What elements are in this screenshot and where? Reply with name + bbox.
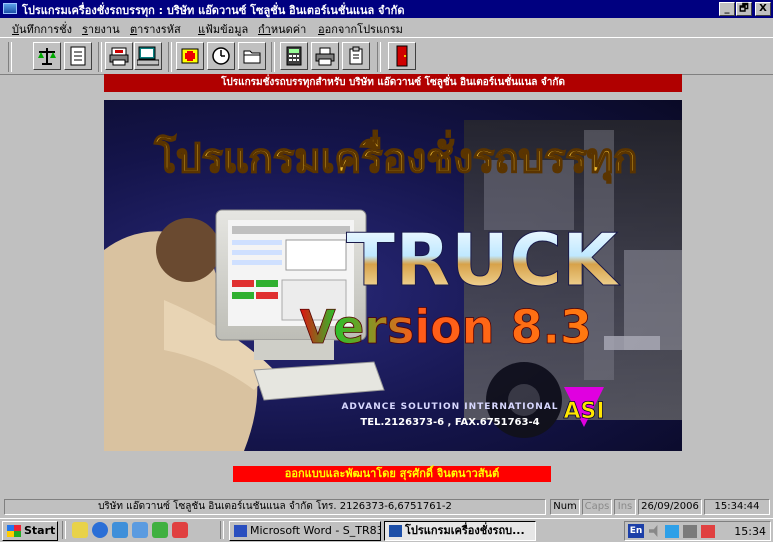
- menu-report[interactable]: รายงาน: [82, 20, 120, 38]
- program-icon: [389, 525, 402, 537]
- toolbar-separator: [98, 42, 102, 72]
- splash-version: Version 8.3: [300, 300, 592, 354]
- notes-icon: [349, 46, 363, 65]
- word-icon: [234, 525, 247, 537]
- tray-app-icon-2[interactable]: [683, 525, 697, 538]
- menu-code-table[interactable]: ตารางรหัส: [130, 20, 181, 38]
- clock-icon: [212, 47, 230, 65]
- menu-weighing[interactable]: บันทึกการชั่ง: [12, 20, 72, 38]
- toolbar: [0, 37, 773, 75]
- menu-data-file[interactable]: แฟ้มข้อมูล: [198, 20, 248, 38]
- calculator-button[interactable]: [280, 42, 308, 70]
- start-label: Start: [24, 524, 56, 537]
- task-truck-program[interactable]: โปรแกรมเครื่องชั่งรถบ...: [384, 521, 536, 541]
- tray-app-icon-1[interactable]: [665, 525, 679, 538]
- menu-bar: บันทึกการชั่ง รายงาน ตารางรหัส แฟ้มข้อมู…: [0, 19, 773, 36]
- splash-image: โปรแกรมเครื่องชั่งรถบรรทุก TRUCK Version…: [104, 100, 682, 451]
- computer-button[interactable]: [134, 42, 162, 70]
- splash-artwork: โปรแกรมเครื่องชั่งรถบรรทุก TRUCK Version…: [104, 120, 682, 451]
- app-window: โปรแกรมเครื่องชั่งรถบรรทุก : บริษัท แอ๊ด…: [0, 0, 773, 518]
- splash-contact: TEL.2126373-6 , FAX.6751763-4: [360, 417, 539, 428]
- developer-credit: ออกแบบและพัฒนาโดย สุรศักดิ์ จินตนาวสันต์: [233, 466, 551, 482]
- system-tray: En 15:34: [624, 521, 771, 541]
- toolbar-separator: [168, 42, 172, 72]
- windows-logo-icon: [7, 525, 21, 537]
- window-title: โปรแกรมเครื่องชั่งรถบรรทุก : บริษัท แอ๊ด…: [22, 4, 405, 17]
- computer-icon: [137, 46, 159, 66]
- add-record-icon: [181, 48, 199, 64]
- asi-logo: ASI: [563, 387, 605, 427]
- scale-button[interactable]: [33, 42, 61, 70]
- windows-taskbar: Start Microsoft Word - S_TR83 โปรแกรมเคร…: [0, 518, 773, 542]
- quicklaunch-tool-icon[interactable]: [152, 522, 168, 538]
- taskbar-clock[interactable]: 15:34: [734, 525, 766, 538]
- menu-exit[interactable]: ออกจากโปรแกรม: [318, 20, 403, 38]
- taskbar-separator: [220, 521, 224, 539]
- status-company-info: บริษัท แอ๊ดวานซ์ โซลูชั่น อินเตอร์เนชั่น…: [4, 499, 546, 515]
- volume-icon[interactable]: [649, 525, 658, 537]
- status-caps: Caps: [582, 499, 612, 515]
- add-record-button[interactable]: [176, 42, 204, 70]
- folder-button[interactable]: [238, 42, 266, 70]
- quicklaunch-app-icon[interactable]: [172, 522, 188, 538]
- svg-text:ASI: ASI: [563, 399, 604, 424]
- notes-button[interactable]: [342, 42, 370, 70]
- scale-icon: [38, 48, 56, 65]
- internet-explorer-icon[interactable]: [92, 522, 108, 538]
- start-button[interactable]: Start: [2, 521, 58, 541]
- language-indicator[interactable]: En: [628, 524, 644, 538]
- task-word-label: Microsoft Word - S_TR83: [250, 524, 381, 537]
- task-word[interactable]: Microsoft Word - S_TR83: [229, 521, 381, 541]
- folder-icon: [243, 50, 261, 64]
- close-button[interactable]: X: [755, 2, 771, 16]
- print-preview-icon: [109, 47, 129, 66]
- status-num: Num: [550, 499, 580, 515]
- splash-company: ADVANCE SOLUTION INTERNATIONAL: [341, 402, 558, 412]
- toolbar-separator: [271, 42, 275, 72]
- status-bar: บริษัท แอ๊ดวานซ์ โซลูชั่น อินเตอร์เนชั่น…: [0, 497, 773, 517]
- app-icon: [3, 3, 17, 14]
- print-preview-button[interactable]: [105, 42, 133, 70]
- exit-button[interactable]: [388, 42, 416, 70]
- tray-app-icon-3[interactable]: [701, 525, 715, 538]
- document-icon: [70, 46, 86, 66]
- splash-thai-title: โปรแกรมเครื่องชั่งรถบรรทุก: [153, 130, 637, 184]
- title-bar[interactable]: โปรแกรมเครื่องชั่งรถบรรทุก : บริษัท แอ๊ด…: [0, 0, 773, 18]
- outlook-icon[interactable]: [112, 522, 128, 538]
- menu-settings[interactable]: กำหนดค่า: [258, 20, 306, 38]
- printer-icon: [315, 47, 335, 66]
- status-ins: Ins: [614, 499, 636, 515]
- toolbar-separator: [377, 42, 381, 72]
- status-time: 15:34:44: [704, 499, 770, 515]
- channels-icon[interactable]: [132, 522, 148, 538]
- document-button[interactable]: [64, 42, 92, 70]
- taskbar-separator: [62, 521, 66, 539]
- status-date: 26/09/2006: [638, 499, 702, 515]
- splash-product: TRUCK: [346, 218, 620, 302]
- desktop-icon[interactable]: [72, 522, 88, 538]
- task-truck-label: โปรแกรมเครื่องชั่งรถบ...: [405, 524, 525, 537]
- minimize-button[interactable]: _: [719, 2, 735, 16]
- exit-door-icon: [396, 45, 408, 67]
- program-banner: โปรแกรมชั่งรถบรรทุกสำหรับ บริษัท แอ๊ดวาน…: [104, 74, 682, 92]
- calculator-icon: [286, 46, 302, 66]
- restore-button[interactable]: 🗗: [736, 2, 752, 16]
- toolbar-separator: [8, 42, 12, 72]
- clock-button[interactable]: [207, 42, 235, 70]
- main-client-area: โปรแกรมชั่งรถบรรทุกสำหรับ บริษัท แอ๊ดวาน…: [0, 74, 773, 494]
- printer-button[interactable]: [311, 42, 339, 70]
